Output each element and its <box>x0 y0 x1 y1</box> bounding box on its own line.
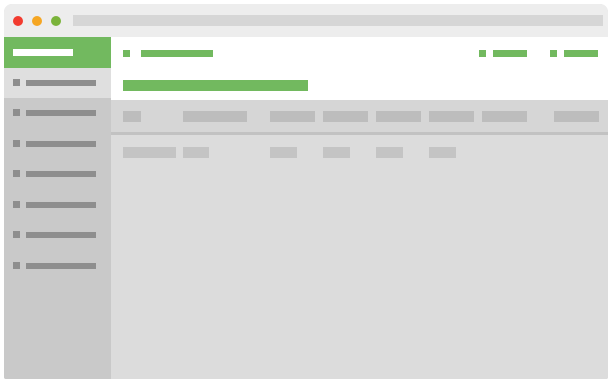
sidebar <box>4 37 111 379</box>
column-header[interactable] <box>429 111 474 122</box>
sidebar-item-label-placeholder <box>26 110 96 116</box>
table-cell <box>123 147 176 158</box>
action-label-placeholder <box>493 50 527 57</box>
column-header[interactable] <box>270 111 315 122</box>
table-cell <box>323 147 350 158</box>
sidebar-header-label-placeholder <box>13 49 73 56</box>
table-cell <box>270 147 297 158</box>
sidebar-item-label-placeholder <box>26 263 96 269</box>
column-header[interactable] <box>323 111 368 122</box>
table-cell <box>376 147 403 158</box>
column-header[interactable] <box>482 111 527 122</box>
sidebar-item-label-placeholder <box>26 171 96 177</box>
breadcrumb[interactable] <box>141 50 213 57</box>
square-icon <box>13 79 20 86</box>
sidebar-item-3[interactable] <box>4 129 111 159</box>
toolbar-action-1-button[interactable] <box>479 49 529 57</box>
browser-window <box>4 4 608 379</box>
sidebar-item-1[interactable] <box>4 68 111 98</box>
sidebar-header[interactable] <box>4 37 111 68</box>
column-header[interactable] <box>554 111 599 122</box>
action-icon <box>550 50 557 57</box>
table-header <box>111 100 608 135</box>
sidebar-item-label-placeholder <box>26 141 96 147</box>
square-icon <box>13 201 20 208</box>
column-header[interactable] <box>123 111 141 122</box>
close-window-button[interactable] <box>13 16 23 26</box>
page-title <box>123 80 308 91</box>
sidebar-item-label-placeholder <box>26 232 96 238</box>
main-content <box>111 37 608 379</box>
page-header <box>111 37 608 100</box>
table-row[interactable] <box>111 135 608 165</box>
column-header[interactable] <box>376 111 421 122</box>
square-icon <box>13 262 20 269</box>
breadcrumb-icon <box>123 50 130 57</box>
square-icon <box>13 140 20 147</box>
sidebar-item-5[interactable] <box>4 190 111 220</box>
sidebar-item-label-placeholder <box>26 80 96 86</box>
sidebar-item-label-placeholder <box>26 202 96 208</box>
sidebar-item-2[interactable] <box>4 98 111 128</box>
toolbar-action-2-button[interactable] <box>550 49 600 57</box>
table-cell <box>183 147 209 158</box>
square-icon <box>13 231 20 238</box>
minimize-window-button[interactable] <box>32 16 42 26</box>
sidebar-item-6[interactable] <box>4 220 111 250</box>
square-icon <box>13 170 20 177</box>
maximize-window-button[interactable] <box>51 16 61 26</box>
title-bar <box>4 4 608 37</box>
address-bar[interactable] <box>73 15 603 26</box>
column-header[interactable] <box>183 111 247 122</box>
square-icon <box>13 109 20 116</box>
action-label-placeholder <box>564 50 598 57</box>
sidebar-item-4[interactable] <box>4 159 111 189</box>
table-cell <box>429 147 456 158</box>
sidebar-item-7[interactable] <box>4 251 111 281</box>
action-icon <box>479 50 486 57</box>
